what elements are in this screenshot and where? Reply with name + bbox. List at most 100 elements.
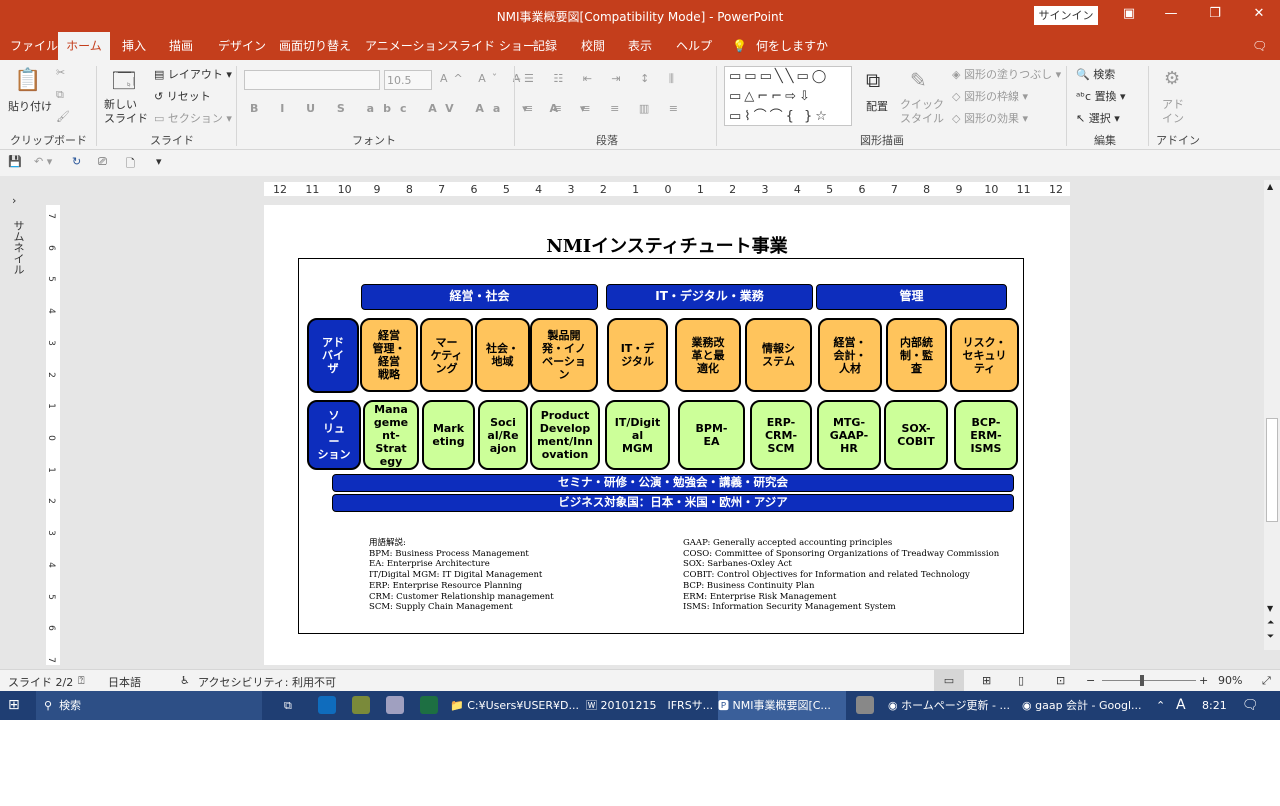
save-icon[interactable]: 💾	[8, 155, 22, 168]
tell-me-search[interactable]: 何をしますか	[750, 32, 834, 60]
solution-item[interactable]: Soci al/Re ajon	[478, 400, 528, 470]
new-slide-icon[interactable]: 🗔	[112, 64, 136, 102]
close-icon[interactable]: ✕	[1249, 6, 1269, 21]
tab-record[interactable]: 記録	[527, 32, 563, 60]
tab-file[interactable]: ファイル	[4, 32, 64, 60]
font-size-dropdown[interactable]: 10.5	[384, 70, 432, 90]
advisor-item[interactable]: 社会・ 地域	[475, 318, 530, 392]
calculator-icon[interactable]	[856, 696, 874, 714]
language-indicator[interactable]: 日本語	[108, 674, 141, 690]
advisor-item[interactable]: 経営 管理・ 経営 戦略	[360, 318, 418, 392]
header-management-society[interactable]: 経営・社会	[361, 284, 598, 310]
advisor-item[interactable]: 内部統 制・監 査	[886, 318, 947, 392]
glossary-right[interactable]: GAAP: Generally accepted accounting prin…	[683, 538, 999, 613]
zoom-in-icon[interactable]: +	[1199, 674, 1208, 687]
clock[interactable]: 8:21	[1202, 691, 1227, 720]
shape-fill-button[interactable]: ◈ 図形の塗りつぶし ▾	[952, 66, 1061, 82]
scroll-down-icon[interactable]: ▼	[1267, 604, 1273, 613]
tab-help[interactable]: ヘルプ	[670, 32, 718, 60]
cut-icon[interactable]: ✂	[56, 66, 65, 79]
signin-button[interactable]: サインイン	[1034, 6, 1098, 25]
glossary-left[interactable]: 用語解説: BPM: Business Process Management E…	[369, 538, 554, 613]
replace-button[interactable]: ᵃᵇc 置換 ▾	[1076, 88, 1126, 104]
start-slideshow-icon[interactable]: ⎚	[98, 155, 107, 169]
tab-draw[interactable]: 描画	[163, 32, 199, 60]
header-administration[interactable]: 管理	[816, 284, 1007, 310]
taskbar-item-powerpoint[interactable]: 🅿 NMI事業概要図[C...	[718, 691, 846, 720]
solution-item[interactable]: MTG- GAAP- HR	[817, 400, 881, 470]
format-painter-icon[interactable]: 🖌	[56, 110, 70, 123]
tab-insert[interactable]: 挿入	[116, 32, 152, 60]
normal-view-icon[interactable]: ▭	[934, 670, 964, 691]
font-family-dropdown[interactable]	[244, 70, 380, 90]
zoom-slider[interactable]	[1102, 680, 1196, 681]
advisor-item[interactable]: マー ケティ ング	[420, 318, 473, 392]
layout-button[interactable]: ▤ レイアウト ▾	[154, 66, 232, 82]
customize-qat-icon[interactable]: ▾	[156, 155, 162, 168]
align-buttons[interactable]: ≡ ≡ ≡ ≡ ▥ ≡	[524, 102, 686, 115]
accessibility-icon[interactable]: ♿	[180, 674, 190, 687]
copy-icon[interactable]: ⧉	[56, 88, 64, 102]
tab-review[interactable]: 校閲	[575, 32, 611, 60]
maximize-icon[interactable]: ❐	[1205, 6, 1225, 21]
arrange-button[interactable]: 配置	[866, 98, 888, 114]
addin-button[interactable]: アド イン	[1162, 98, 1184, 126]
solution-item[interactable]: BCP- ERM- ISMS	[954, 400, 1018, 470]
tab-design[interactable]: デザイン	[212, 32, 272, 60]
reset-button[interactable]: ↺ リセット	[154, 88, 211, 104]
task-view-icon[interactable]: ⧉	[284, 691, 292, 720]
vertical-scrollbar[interactable]: ▲ ▼ ⏶ ⏷	[1264, 180, 1280, 650]
advisor-item[interactable]: 経営・ 会計・ 人材	[818, 318, 882, 392]
new-file-icon[interactable]: 🗋	[126, 155, 135, 174]
accessibility-status[interactable]: アクセシビリティ: 利用不可	[198, 674, 336, 690]
taskbar-item-chrome[interactable]: ◉ gaap 会計 - Googl...	[1022, 691, 1144, 720]
windows-start-icon[interactable]: ⊞	[8, 691, 20, 720]
diagram-frame[interactable]: 経営・社会 IT・デジタル・業務 管理 アド バイ ザ ソ リュ ー ション 経…	[298, 258, 1024, 634]
advisor-item[interactable]: 製品開 発・イノ ベーショ ン	[530, 318, 598, 392]
paste-icon[interactable]: 📋	[14, 68, 41, 93]
slideshow-view-icon[interactable]: ⊡	[1056, 674, 1065, 687]
zoom-level[interactable]: 90%	[1218, 674, 1242, 687]
tab-transitions[interactable]: 画面切り替え	[273, 32, 357, 60]
advisor-box[interactable]: アド バイ ザ	[307, 318, 359, 393]
advisor-item[interactable]: リスク・ セキュリ ティ	[950, 318, 1019, 392]
zoom-out-icon[interactable]: −	[1086, 674, 1095, 687]
tray-chevron-icon[interactable]: ⌃	[1156, 691, 1165, 720]
taskbar-item-chrome[interactable]: ◉ ホームページ更新 - ...	[888, 691, 1018, 720]
solution-item[interactable]: Mark eting	[422, 400, 475, 470]
fit-to-window-icon[interactable]: ⤢	[1262, 674, 1271, 688]
addin-icon[interactable]: ⚙	[1164, 68, 1180, 89]
next-slide-icon[interactable]: ⏷	[1267, 632, 1274, 642]
taskbar-search[interactable]: ⚲ 検索	[36, 691, 262, 720]
previous-slide-icon[interactable]: ⏶	[1267, 618, 1274, 628]
scroll-up-icon[interactable]: ▲	[1267, 182, 1273, 191]
shape-outline-button[interactable]: ◇ 図形の枠線 ▾	[952, 88, 1028, 104]
taskbar-item-word[interactable]: 🅆 20101215 IFRSサ...	[586, 691, 716, 720]
solution-item[interactable]: IT/Digit al MGM	[605, 400, 670, 470]
outlook-icon[interactable]	[318, 696, 336, 714]
advisor-item[interactable]: 業務改 革と最 適化	[675, 318, 741, 392]
advisor-item[interactable]: 情報シ ステム	[745, 318, 812, 392]
solution-item[interactable]: Product Develop ment/Inn ovation	[530, 400, 600, 470]
reading-view-icon[interactable]: ▯	[1018, 674, 1024, 687]
ribbon-display-icon[interactable]: ▣	[1119, 6, 1139, 21]
excel-icon[interactable]	[420, 696, 438, 714]
target-countries-bar[interactable]: ビジネス対象国：日本・米国・欧州・アジア	[332, 494, 1014, 512]
find-button[interactable]: 🔍 検索	[1076, 66, 1115, 82]
header-it-digital[interactable]: IT・デジタル・業務	[606, 284, 813, 310]
notifications-icon[interactable]: 🗨	[1242, 691, 1259, 720]
solution-item[interactable]: ERP- CRM- SCM	[750, 400, 812, 470]
redo-icon[interactable]: ↻	[72, 155, 81, 168]
zoom-slider-thumb[interactable]	[1140, 675, 1144, 686]
seminar-bar[interactable]: セミナ・研修・公演・勉強会・講義・研究会	[332, 474, 1014, 492]
spelling-icon[interactable]: ⍰	[78, 674, 85, 688]
thumbnail-pane[interactable]: › サムネイル	[0, 176, 36, 669]
list-buttons[interactable]: ☰ ☷ ⇤ ⇥ ↕ ⫼	[524, 72, 682, 86]
solution-box[interactable]: ソ リュ ー ション	[307, 400, 361, 470]
taskbar-item-explorer[interactable]: 📁 C:¥Users¥USER¥D...	[450, 691, 580, 720]
minimize-icon[interactable]: —	[1161, 6, 1181, 21]
slide-canvas[interactable]: NMIインスティチュート事業 経営・社会 IT・デジタル・業務 管理 アド バイ…	[264, 205, 1070, 665]
arrange-icon[interactable]: ⧉	[866, 68, 880, 92]
solution-item[interactable]: SOX- COBIT	[884, 400, 948, 470]
app-icon[interactable]	[352, 696, 370, 714]
